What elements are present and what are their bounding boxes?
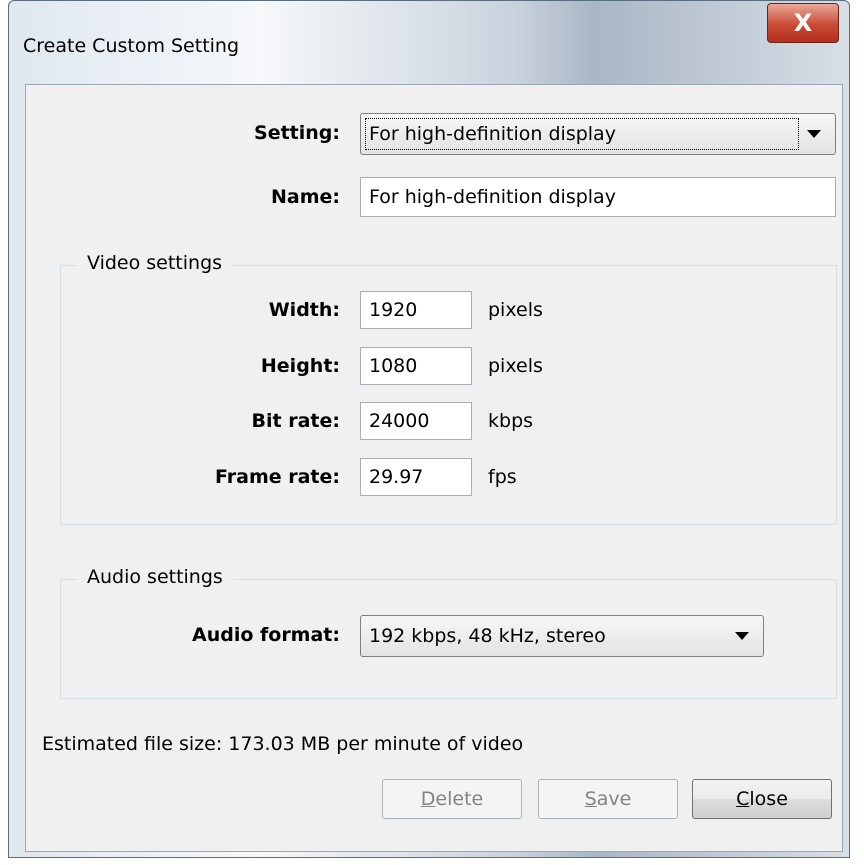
height-unit: pixels (488, 355, 543, 377)
delete-button[interactable]: Delete (382, 779, 522, 819)
framerate-label: Frame rate: (214, 466, 340, 488)
close-icon: X (793, 9, 813, 37)
save-button[interactable]: Save (538, 779, 678, 819)
close-window-button[interactable]: X (767, 3, 839, 43)
audio-format-value: 192 kbps, 48 kHz, stereo (369, 625, 606, 647)
window-title: Create Custom Setting (23, 35, 240, 57)
estimated-file-size: Estimated file size: 173.03 MB per minut… (42, 733, 524, 755)
height-label: Height: (260, 355, 340, 377)
height-field[interactable]: 1080 (360, 347, 472, 385)
close-button[interactable]: Close (692, 779, 832, 819)
width-field[interactable]: 1920 (360, 291, 472, 329)
audio-group-label: Audio settings (77, 566, 233, 588)
save-accel: S (584, 788, 597, 810)
setting-label: Setting: (254, 122, 340, 144)
name-label: Name: (270, 186, 340, 208)
width-value: 1920 (369, 299, 418, 321)
bitrate-value: 24000 (369, 410, 430, 432)
setting-dropdown[interactable]: For high-definition display (360, 113, 836, 155)
height-value: 1080 (369, 355, 418, 377)
framerate-value: 29.97 (369, 466, 424, 488)
chevron-down-icon (735, 632, 749, 640)
bitrate-unit: kbps (488, 410, 534, 432)
delete-label: elete (435, 788, 484, 810)
close-accel: C (736, 788, 750, 810)
dialog-content: Setting: For high-definition display Nam… (25, 84, 843, 852)
bitrate-label: Bit rate: (251, 410, 340, 432)
audio-format-dropdown[interactable]: 192 kbps, 48 kHz, stereo (360, 615, 764, 657)
bitrate-field[interactable]: 24000 (360, 402, 472, 440)
title-bar[interactable]: Create Custom Setting X (9, 1, 849, 85)
chevron-down-icon (807, 130, 821, 138)
close-label: lose (749, 788, 788, 810)
framerate-field[interactable]: 29.97 (360, 458, 472, 496)
dialog-window: Create Custom Setting X Setting: For hig… (8, 0, 850, 858)
framerate-unit: fps (488, 466, 517, 488)
video-group-label: Video settings (77, 252, 233, 274)
delete-accel: D (420, 788, 436, 810)
focus-rect (365, 118, 799, 150)
name-value: For high-definition display (369, 186, 616, 208)
width-label: Width: (268, 299, 340, 321)
name-field[interactable]: For high-definition display (360, 177, 836, 217)
audio-format-label: Audio format: (191, 624, 340, 646)
save-label: ave (596, 788, 632, 810)
width-unit: pixels (488, 299, 543, 321)
